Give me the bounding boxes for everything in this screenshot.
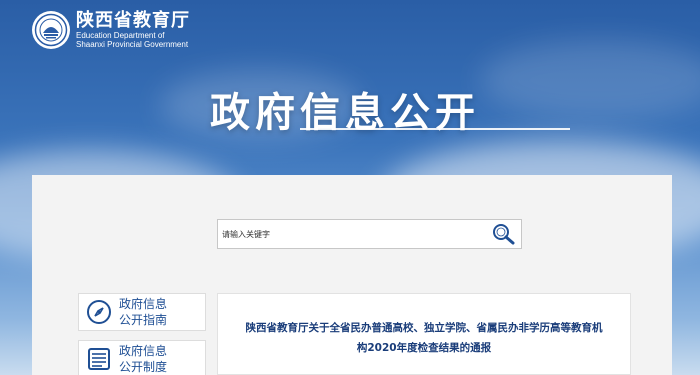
sidebar-item-label: 政府信息 bbox=[119, 344, 168, 358]
title-underline bbox=[300, 128, 570, 130]
hero-banner: 陕西省教育厅 Education Department of Shaanxi P… bbox=[0, 0, 700, 375]
content-panel: 政府信息 公开指南 政府信息 公开制度 陕西省教育厅关于全省民 bbox=[32, 175, 672, 375]
search-button[interactable] bbox=[487, 220, 521, 248]
featured-article: 陕西省教育厅关于全省民办普通高校、独立学院、省属民办非学历高等教育机 构2020… bbox=[217, 293, 631, 375]
sidebar-item-label: 公开指南 bbox=[119, 313, 168, 327]
search-input[interactable] bbox=[218, 228, 487, 240]
article-title-link[interactable]: 陕西省教育厅关于全省民办普通高校、独立学院、省属民办非学历高等教育机 构2020… bbox=[224, 318, 624, 358]
article-title-line1: 陕西省教育厅关于全省民办普通高校、独立学院、省属民办非学历高等教育机 bbox=[245, 322, 603, 334]
sidebar-item-system[interactable]: 政府信息 公开制度 bbox=[78, 340, 206, 375]
document-list-icon bbox=[79, 340, 119, 375]
sidebar-item-guide[interactable]: 政府信息 公开指南 bbox=[78, 293, 206, 331]
org-name-cn: 陕西省教育厅 bbox=[76, 10, 190, 31]
sidebar-item-label: 政府信息 bbox=[119, 297, 168, 311]
compass-icon bbox=[79, 293, 119, 331]
sidebar-item-label: 公开制度 bbox=[119, 360, 168, 374]
site-header[interactable]: 陕西省教育厅 Education Department of Shaanxi P… bbox=[32, 10, 190, 50]
org-name-en-line2: Shaanxi Provincial Government bbox=[76, 40, 189, 49]
cloud-decoration bbox=[480, 40, 700, 120]
article-title-line2: 构2020年度检查结果的通报 bbox=[356, 342, 492, 354]
education-department-seal-icon bbox=[32, 11, 70, 49]
org-name-en-line1: Education Department of bbox=[76, 31, 165, 40]
search-box bbox=[217, 219, 522, 249]
search-icon bbox=[493, 224, 515, 245]
